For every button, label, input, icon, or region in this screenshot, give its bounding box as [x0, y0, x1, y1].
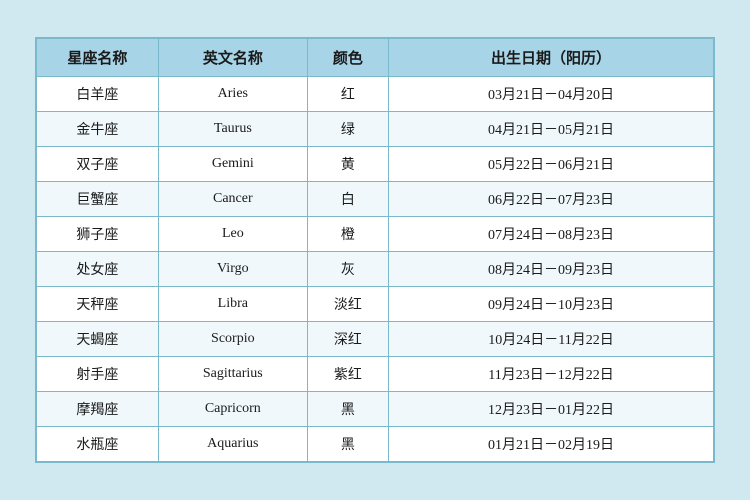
cell-en: Capricorn [158, 392, 307, 427]
cell-zh: 狮子座 [37, 217, 159, 252]
cell-zh: 双子座 [37, 147, 159, 182]
zodiac-table-container: 星座名称 英文名称 颜色 出生日期（阳历） 白羊座Aries红03月21日－04… [35, 37, 715, 463]
cell-en: Aries [158, 77, 307, 112]
cell-zh: 巨蟹座 [37, 182, 159, 217]
table-row: 天蝎座Scorpio深红10月24日－11月22日 [37, 322, 714, 357]
cell-date: 01月21日－02月19日 [389, 427, 714, 462]
cell-color: 白 [307, 182, 388, 217]
cell-zh: 摩羯座 [37, 392, 159, 427]
cell-zh: 天蝎座 [37, 322, 159, 357]
table-row: 天秤座Libra淡红09月24日－10月23日 [37, 287, 714, 322]
cell-en: Cancer [158, 182, 307, 217]
cell-en: Gemini [158, 147, 307, 182]
table-row: 水瓶座Aquarius黑01月21日－02月19日 [37, 427, 714, 462]
cell-zh: 金牛座 [37, 112, 159, 147]
cell-en: Aquarius [158, 427, 307, 462]
cell-color: 黑 [307, 427, 388, 462]
cell-date: 04月21日－05月21日 [389, 112, 714, 147]
cell-date: 09月24日－10月23日 [389, 287, 714, 322]
table-row: 白羊座Aries红03月21日－04月20日 [37, 77, 714, 112]
cell-en: Sagittarius [158, 357, 307, 392]
cell-color: 红 [307, 77, 388, 112]
cell-color: 深红 [307, 322, 388, 357]
cell-date: 08月24日－09月23日 [389, 252, 714, 287]
zodiac-table: 星座名称 英文名称 颜色 出生日期（阳历） 白羊座Aries红03月21日－04… [36, 38, 714, 462]
cell-color: 黄 [307, 147, 388, 182]
cell-color: 紫红 [307, 357, 388, 392]
table-row: 金牛座Taurus绿04月21日－05月21日 [37, 112, 714, 147]
table-row: 狮子座Leo橙07月24日－08月23日 [37, 217, 714, 252]
cell-date: 05月22日－06月21日 [389, 147, 714, 182]
cell-date: 07月24日－08月23日 [389, 217, 714, 252]
cell-en: Taurus [158, 112, 307, 147]
cell-en: Scorpio [158, 322, 307, 357]
header-color: 颜色 [307, 39, 388, 77]
table-header-row: 星座名称 英文名称 颜色 出生日期（阳历） [37, 39, 714, 77]
table-row: 摩羯座Capricorn黑12月23日－01月22日 [37, 392, 714, 427]
header-date: 出生日期（阳历） [389, 39, 714, 77]
header-zh: 星座名称 [37, 39, 159, 77]
table-body: 白羊座Aries红03月21日－04月20日金牛座Taurus绿04月21日－0… [37, 77, 714, 462]
cell-color: 绿 [307, 112, 388, 147]
cell-zh: 处女座 [37, 252, 159, 287]
cell-zh: 白羊座 [37, 77, 159, 112]
cell-en: Libra [158, 287, 307, 322]
cell-date: 12月23日－01月22日 [389, 392, 714, 427]
table-row: 巨蟹座Cancer白06月22日－07月23日 [37, 182, 714, 217]
cell-en: Virgo [158, 252, 307, 287]
cell-color: 淡红 [307, 287, 388, 322]
cell-date: 06月22日－07月23日 [389, 182, 714, 217]
cell-color: 橙 [307, 217, 388, 252]
cell-color: 灰 [307, 252, 388, 287]
table-row: 射手座Sagittarius紫红11月23日－12月22日 [37, 357, 714, 392]
cell-zh: 射手座 [37, 357, 159, 392]
cell-zh: 水瓶座 [37, 427, 159, 462]
cell-zh: 天秤座 [37, 287, 159, 322]
cell-en: Leo [158, 217, 307, 252]
table-row: 处女座Virgo灰08月24日－09月23日 [37, 252, 714, 287]
cell-date: 11月23日－12月22日 [389, 357, 714, 392]
cell-date: 03月21日－04月20日 [389, 77, 714, 112]
table-row: 双子座Gemini黄05月22日－06月21日 [37, 147, 714, 182]
cell-color: 黑 [307, 392, 388, 427]
cell-date: 10月24日－11月22日 [389, 322, 714, 357]
header-en: 英文名称 [158, 39, 307, 77]
